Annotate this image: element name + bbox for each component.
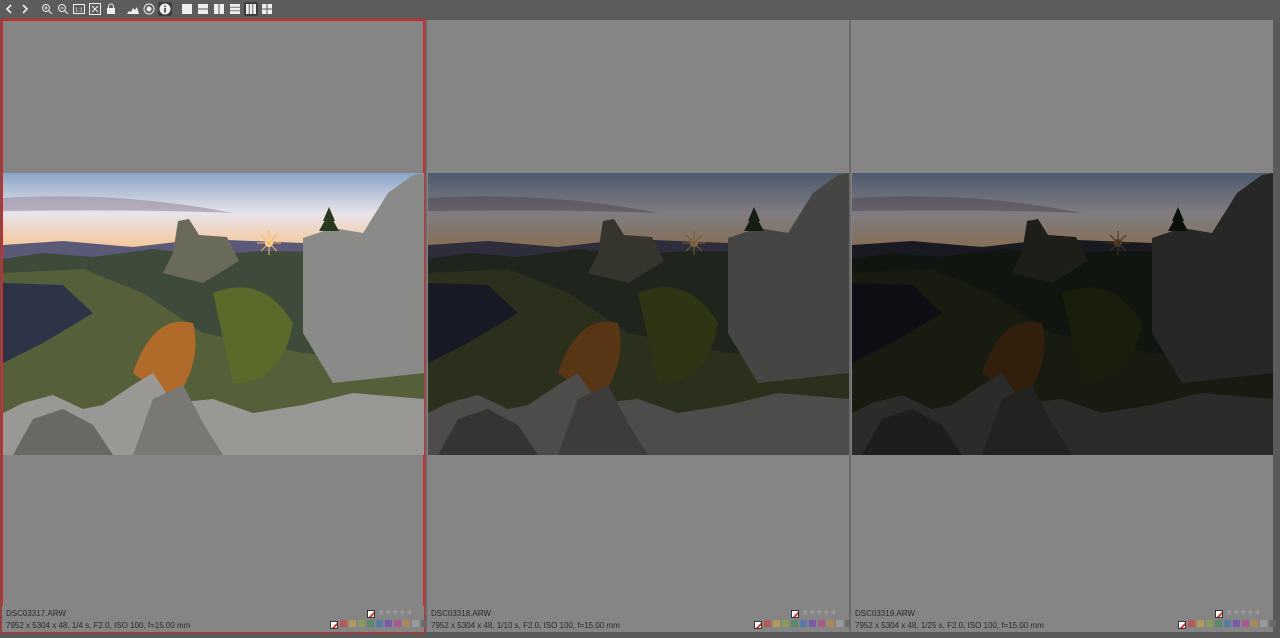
exif-label: 7952 x 5304 x 48, 1/25 s, F2.0, ISO 100,… (855, 621, 1044, 630)
color-label-swatch[interactable] (358, 620, 365, 627)
photo-preview-3[interactable] (852, 173, 1273, 455)
color-labels[interactable] (1188, 620, 1276, 627)
star-rating[interactable]: ★★★★★ (1225, 607, 1261, 618)
color-label-swatch[interactable] (385, 620, 392, 627)
photo-info-bar: DSC03317.ARW 7952 x 5304 x 48, 1/4 s, F2… (2, 606, 428, 632)
layout-two-rows-icon[interactable] (196, 2, 210, 16)
lock-icon[interactable] (104, 2, 118, 16)
color-labels[interactable] (764, 620, 852, 627)
color-label-swatch[interactable] (1233, 620, 1240, 627)
star-rating[interactable]: ★★★★★ (377, 607, 413, 618)
zoom-out-icon[interactable] (56, 2, 70, 16)
color-label-swatch[interactable] (412, 620, 419, 627)
filename-label: DSC03318.ARW (431, 609, 491, 618)
photo-info-bar: DSC03318.ARW 7952 x 5304 x 48, 1/10 s, F… (427, 606, 852, 632)
histogram-icon[interactable] (126, 2, 140, 16)
color-label-swatch[interactable] (1215, 620, 1222, 627)
color-label-swatch[interactable] (1269, 620, 1276, 627)
photo-preview-1[interactable] (3, 173, 424, 455)
exif-label: 7952 x 5304 x 48, 1/4 s, F2.0, ISO 100, … (6, 621, 191, 630)
focus-icon[interactable] (142, 2, 156, 16)
layout-three-cols-icon[interactable] (244, 2, 258, 16)
compare-panel-1[interactable]: DSC03317.ARW 7952 x 5304 x 48, 1/4 s, F2… (1, 19, 428, 633)
color-label-swatch[interactable] (818, 620, 825, 627)
color-label-swatch[interactable] (340, 620, 347, 627)
compare-panel-3[interactable]: DSC03319.ARW 7952 x 5304 x 48, 1/25 s, F… (851, 20, 1276, 632)
no-label-icon[interactable] (330, 621, 338, 629)
color-label-swatch[interactable] (1260, 620, 1267, 627)
landscape-photo-image (3, 173, 424, 455)
color-label-swatch[interactable] (800, 620, 807, 627)
info-icon[interactable] (158, 2, 172, 16)
landscape-photo-image (428, 173, 849, 455)
reject-flag-icon[interactable] (791, 610, 799, 618)
color-label-swatch[interactable] (809, 620, 816, 627)
color-label-swatch[interactable] (1242, 620, 1249, 627)
color-label-swatch[interactable] (376, 620, 383, 627)
svg-text:1:1: 1:1 (75, 8, 83, 14)
color-label-swatch[interactable] (791, 620, 798, 627)
layout-two-cols-icon[interactable] (212, 2, 226, 16)
color-label-swatch[interactable] (349, 620, 356, 627)
color-label-swatch[interactable] (1251, 620, 1258, 627)
color-label-swatch[interactable] (827, 620, 834, 627)
color-label-swatch[interactable] (394, 620, 401, 627)
forward-icon[interactable] (18, 2, 32, 16)
color-label-swatch[interactable] (367, 620, 374, 627)
color-label-swatch[interactable] (403, 620, 410, 627)
color-label-swatch[interactable] (1206, 620, 1213, 627)
color-labels[interactable] (340, 620, 428, 627)
viewer-toolbar: 1:1 (0, 0, 1280, 18)
color-label-swatch[interactable] (1197, 620, 1204, 627)
color-label-swatch[interactable] (1224, 620, 1231, 627)
reject-flag-icon[interactable] (1215, 610, 1223, 618)
reject-flag-icon[interactable] (367, 610, 375, 618)
compare-panel-2[interactable]: DSC03318.ARW 7952 x 5304 x 48, 1/10 s, F… (427, 20, 852, 632)
color-label-swatch[interactable] (782, 620, 789, 627)
filename-label: DSC03317.ARW (6, 609, 66, 618)
layout-grid-icon[interactable] (260, 2, 274, 16)
back-icon[interactable] (2, 2, 16, 16)
color-label-swatch[interactable] (764, 620, 771, 627)
photo-preview-2[interactable] (428, 173, 849, 455)
layout-three-rows-icon[interactable] (228, 2, 242, 16)
zoom-in-icon[interactable] (40, 2, 54, 16)
star-rating[interactable]: ★★★★★ (801, 607, 837, 618)
no-label-icon[interactable] (1178, 621, 1186, 629)
color-label-swatch[interactable] (1188, 620, 1195, 627)
color-label-swatch[interactable] (773, 620, 780, 627)
zoom-1-1-icon[interactable]: 1:1 (72, 2, 86, 16)
landscape-photo-image (852, 173, 1273, 455)
photo-info-bar: DSC03319.ARW 7952 x 5304 x 48, 1/25 s, F… (851, 606, 1276, 632)
no-label-icon[interactable] (754, 621, 762, 629)
filename-label: DSC03319.ARW (855, 609, 915, 618)
color-label-swatch[interactable] (836, 620, 843, 627)
fit-icon[interactable] (88, 2, 102, 16)
exif-label: 7952 x 5304 x 48, 1/10 s, F2.0, ISO 100,… (431, 621, 620, 630)
layout-single-icon[interactable] (180, 2, 194, 16)
